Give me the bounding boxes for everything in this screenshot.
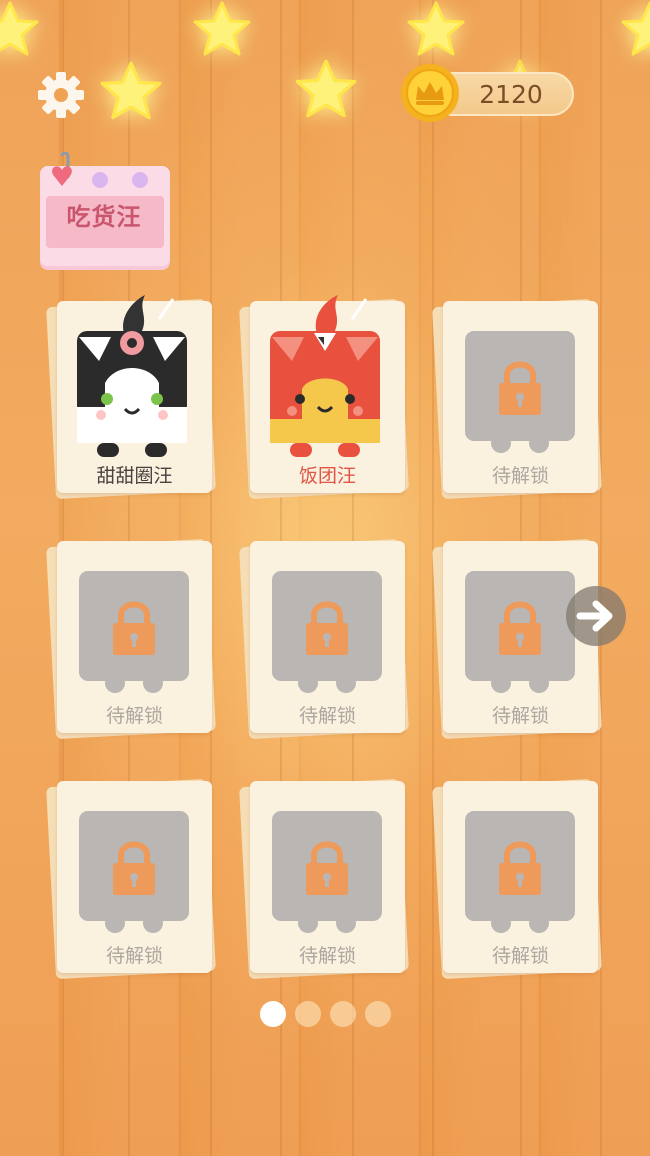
gear-icon[interactable] (36, 70, 86, 120)
star-icon (406, 0, 466, 58)
character-name: 待解锁 (298, 705, 356, 727)
page-dot-3[interactable] (330, 1001, 356, 1027)
character-card-locked[interactable]: 待解锁 (46, 778, 216, 980)
star-icon (294, 58, 358, 120)
character-card-locked[interactable]: 待解锁 (239, 538, 409, 740)
event-title: 吃货汪 (66, 202, 142, 231)
character-card-locked[interactable]: 待解锁 (432, 298, 602, 500)
locked-placeholder (79, 571, 189, 681)
padlock-icon (113, 841, 155, 895)
character-name: 饭团汪 (298, 465, 356, 487)
padlock-icon (499, 601, 541, 655)
star-icon (192, 0, 252, 58)
padlock-icon (113, 601, 155, 655)
next-page-button[interactable] (566, 586, 626, 646)
locked-placeholder (272, 811, 382, 921)
character-name: 待解锁 (491, 945, 549, 967)
padlock-icon (306, 601, 348, 655)
star-icon (0, 0, 40, 58)
character-card-locked[interactable]: 待解锁 (432, 778, 602, 980)
character-card-donut-dog[interactable]: 甜甜圈汪 (46, 295, 216, 500)
locked-placeholder (465, 811, 575, 921)
character-card-riceball-dog[interactable]: 饭团汪 (239, 295, 409, 500)
page-dot-4[interactable] (365, 1001, 391, 1027)
locked-placeholder (465, 571, 575, 681)
coin-count: 2120 (479, 80, 543, 109)
padlock-icon (306, 841, 348, 895)
locked-placeholder (79, 811, 189, 921)
wood-plank-line (600, 0, 602, 1156)
character-name: 待解锁 (105, 945, 163, 967)
character-card-locked[interactable]: 待解锁 (239, 778, 409, 980)
page-dot-1[interactable] (260, 1001, 286, 1027)
character-name: 待解锁 (491, 465, 549, 487)
page-dot-2[interactable] (295, 1001, 321, 1027)
locked-placeholder (465, 331, 575, 441)
star-icon (99, 60, 163, 122)
character-card-locked[interactable]: 待解锁 (46, 538, 216, 740)
padlock-icon (499, 361, 541, 415)
character-name: 待解锁 (298, 945, 356, 967)
character-name: 甜甜圈汪 (96, 465, 173, 487)
star-icon (620, 0, 650, 58)
locked-placeholder (272, 571, 382, 681)
crown-coin-icon (399, 62, 461, 124)
donut-dog-icon (77, 295, 187, 457)
character-name: 待解锁 (105, 705, 163, 727)
arrow-right-icon (576, 600, 613, 632)
riceball-dog-icon (270, 295, 380, 457)
character-name: 待解锁 (491, 705, 549, 727)
padlock-icon (499, 841, 541, 895)
